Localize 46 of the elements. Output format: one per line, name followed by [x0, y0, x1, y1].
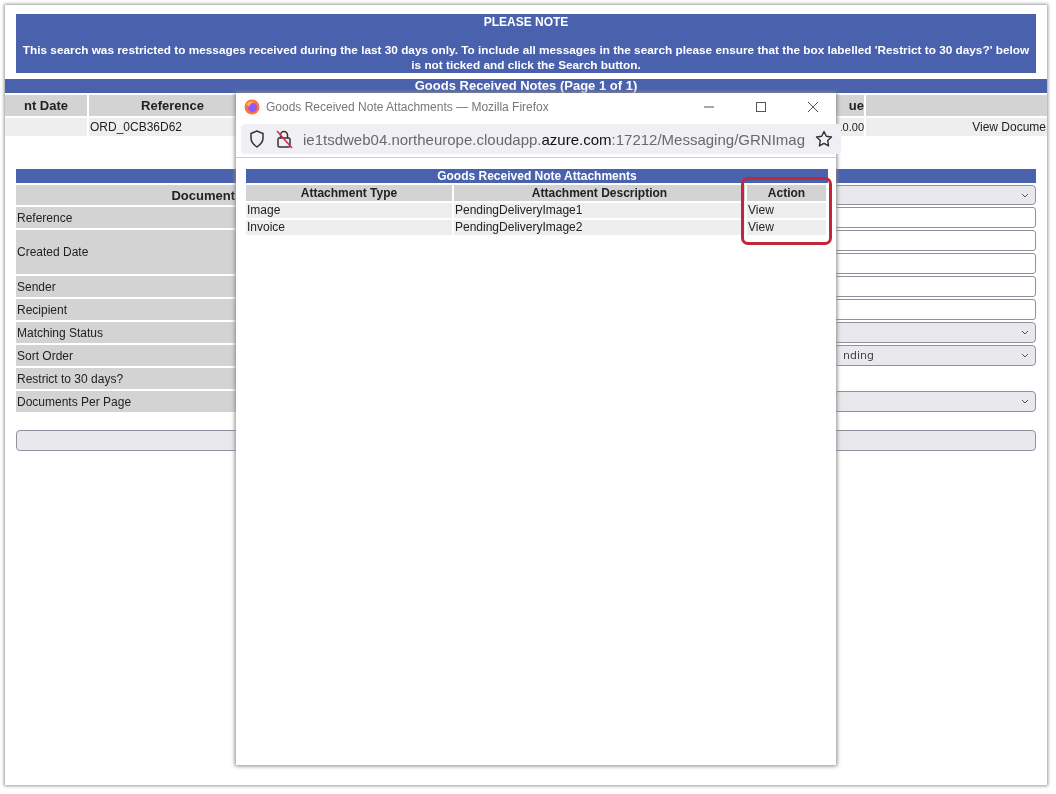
select-field[interactable]: [834, 322, 1036, 343]
close-icon[interactable]: [805, 99, 821, 115]
table-cell: Invoice: [246, 220, 452, 235]
input-field[interactable]: [834, 299, 1036, 320]
browser-logo-icon: [244, 99, 260, 115]
input-field[interactable]: [834, 230, 1036, 251]
view-link[interactable]: View: [747, 203, 826, 218]
field-label: Sort Order: [16, 345, 236, 366]
field-label: Restrict to 30 days?: [16, 368, 236, 389]
table-cell: Image: [246, 203, 452, 218]
view-link[interactable]: View: [747, 220, 826, 235]
input-field[interactable]: [834, 207, 1036, 228]
select-field[interactable]: nding: [834, 345, 1036, 366]
table-title-bar: Goods Received Note Attachments: [246, 169, 828, 183]
column-header: Document: [16, 185, 236, 205]
field-label: Reference: [16, 207, 236, 228]
maximize-icon[interactable]: [753, 99, 769, 115]
shield-icon[interactable]: [249, 130, 265, 148]
input-field[interactable]: [834, 276, 1036, 297]
field-label: Matching Status: [16, 322, 236, 343]
notice-title: PLEASE NOTE: [483, 15, 569, 29]
field-label: Documents Per Page: [16, 391, 236, 412]
select-field[interactable]: [834, 185, 1036, 205]
chevron-icon: [1021, 353, 1029, 358]
url-text: ie1tsdweb04.northeurope.cloudapp.azure.com:17212/Messaging/GRNImag: [303, 130, 805, 148]
insecure-lock-icon[interactable]: [275, 129, 293, 149]
field-label: Created Date: [16, 230, 236, 274]
chevron-icon: [1021, 330, 1029, 335]
select-field[interactable]: [834, 391, 1036, 412]
column-header: Action: [747, 185, 826, 201]
field-label: Recipient: [16, 299, 236, 320]
input-field[interactable]: [834, 253, 1036, 274]
table-title-bar: Goods Received Notes (Page 1 of 1): [5, 79, 1047, 93]
address-bar[interactable]: ie1tsdweb04.northeurope.cloudapp.azure.com:17212/Messaging/GRNImag: [241, 124, 841, 154]
column-header: nt Date: [5, 95, 87, 116]
field-label: Sender: [16, 276, 236, 297]
chevron-icon: [1021, 399, 1029, 404]
chevron-icon: [1021, 192, 1029, 198]
window-title: Goods Received Note Attachments — Mozilla Firefox: [266, 100, 550, 114]
table-cell: PendingDeliveryImage2: [454, 220, 745, 235]
table-cell: PendingDeliveryImage1: [454, 203, 745, 218]
notice-message: This search was restricted to messages received during the last 30 days only. To include all messages in the search please ensure that the box labelled 'Restrict to 30 days?' below is not ticked and click the Search button.: [21, 43, 1031, 73]
star-icon[interactable]: [815, 130, 833, 148]
column-header: Attachment Type: [246, 185, 452, 201]
column-header: Attachment Description: [454, 185, 745, 201]
view-link[interactable]: View Docume: [866, 118, 1047, 136]
